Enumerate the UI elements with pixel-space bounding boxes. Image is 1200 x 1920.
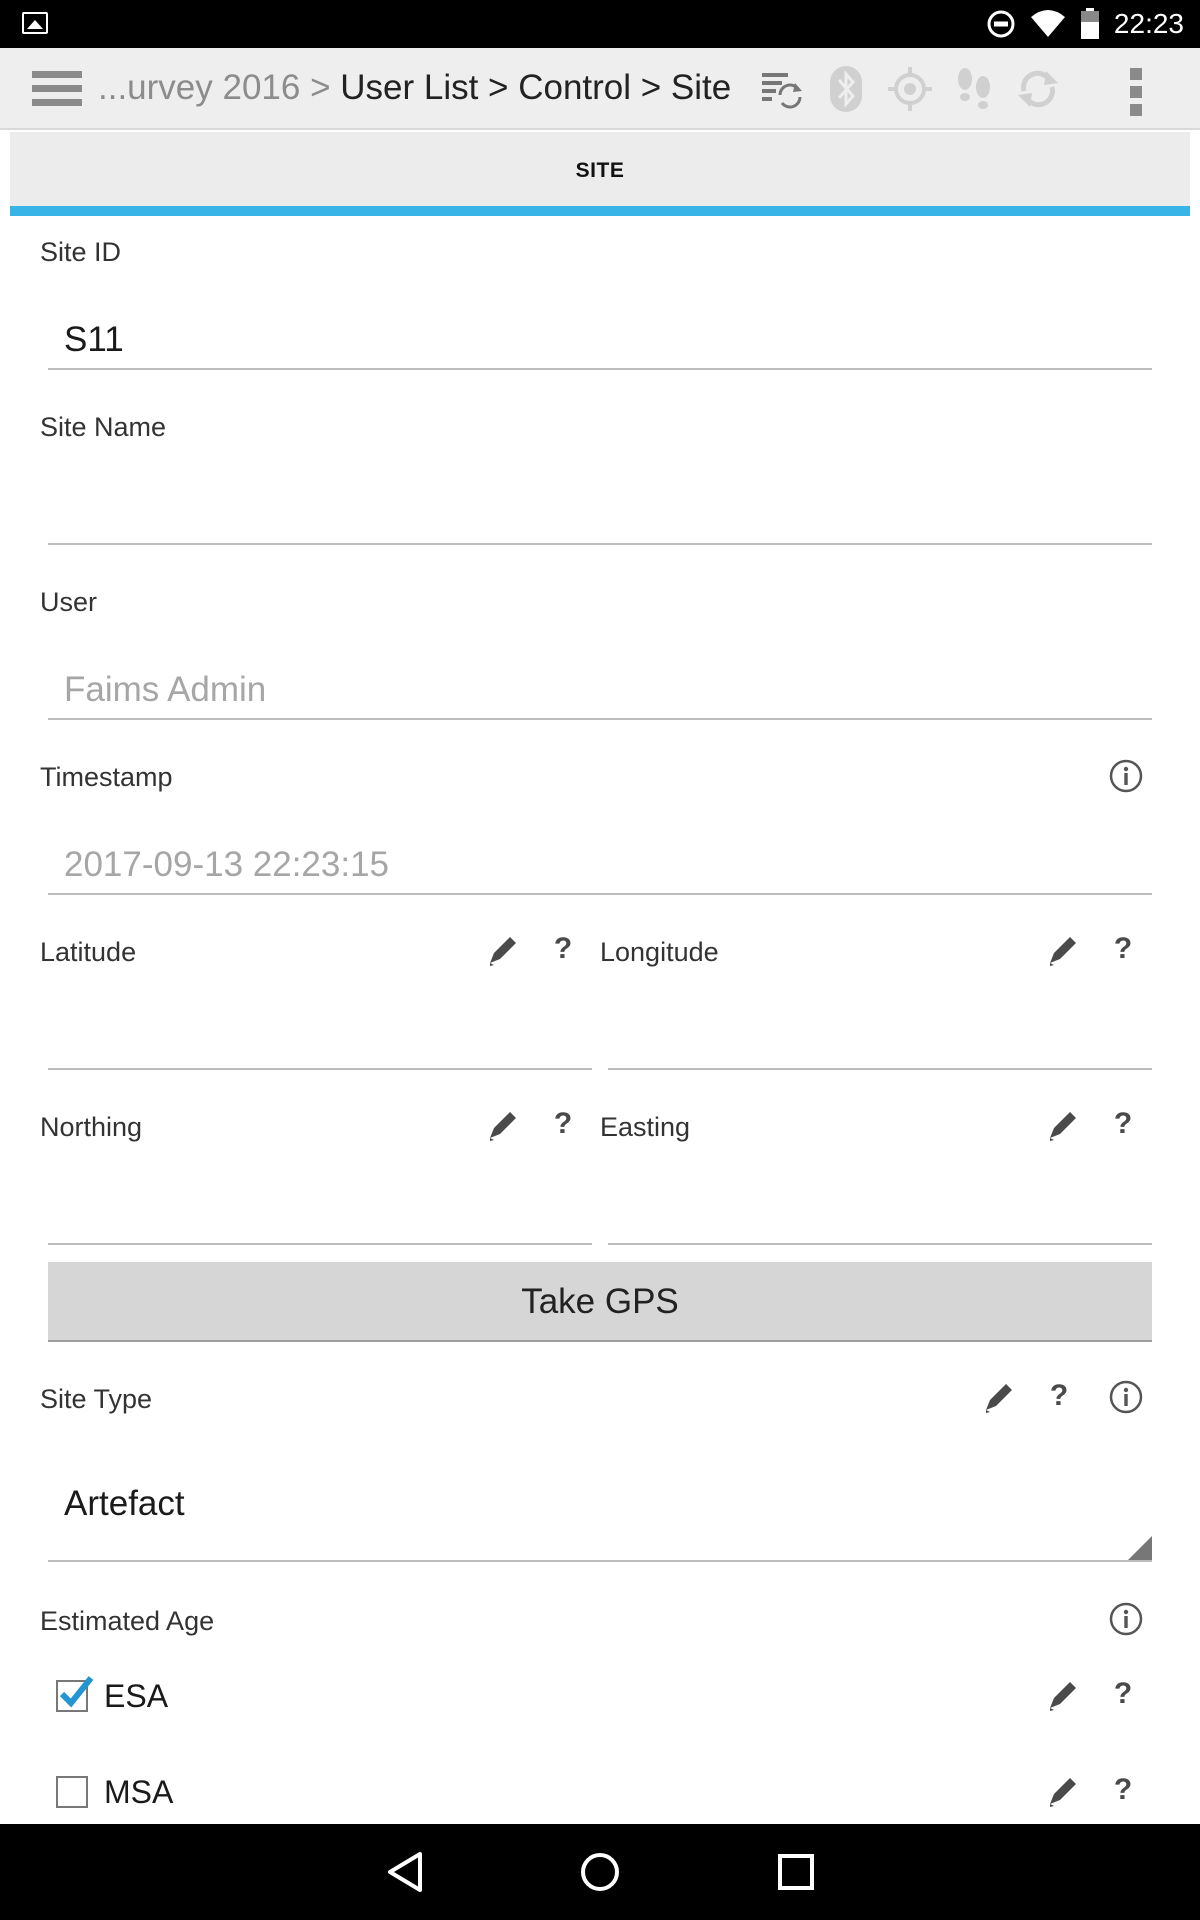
tab-bar: SITE	[10, 132, 1190, 216]
bluetooth-icon[interactable]	[824, 64, 868, 114]
longitude-edit-pencil-icon[interactable]	[1046, 933, 1078, 969]
sync-list-icon[interactable]	[760, 64, 804, 114]
msa-checkbox[interactable]	[56, 1776, 88, 1808]
site-name-label: Site Name	[40, 412, 167, 442]
site-id-label: Site ID	[40, 237, 122, 267]
estimated-age-info-icon[interactable]	[1108, 1601, 1144, 1637]
latitude-edit-pencil-icon[interactable]	[486, 933, 518, 969]
breadcrumb-path[interactable]: User List > Control > Site	[340, 68, 731, 107]
site-type-value: Artefact	[64, 1484, 185, 1523]
latitude-help-icon[interactable]: ?	[548, 932, 578, 966]
tab-indicator	[10, 206, 1190, 216]
home-icon[interactable]	[578, 1848, 622, 1896]
northing-help-icon[interactable]: ?	[548, 1107, 578, 1141]
app-bar: ...urvey 2016 > User List > Control > Si…	[0, 48, 1200, 130]
checkmark-icon	[59, 1676, 94, 1708]
msa-edit-pencil-icon[interactable]	[1046, 1774, 1078, 1810]
menu-icon[interactable]	[32, 71, 82, 109]
take-gps-button[interactable]: Take GPS	[48, 1262, 1152, 1342]
site-type-label: Site Type	[40, 1384, 153, 1414]
timestamp-info-icon[interactable]	[1108, 758, 1144, 794]
tracking-footsteps-icon[interactable]	[952, 64, 996, 114]
gps-target-icon[interactable]	[888, 64, 932, 114]
user-field: Faims Admin	[48, 650, 1152, 720]
esa-edit-pencil-icon[interactable]	[1046, 1678, 1078, 1714]
site-type-info-icon[interactable]	[1108, 1379, 1144, 1415]
do-not-disturb-icon	[987, 10, 1015, 38]
site-type-help-icon[interactable]: ?	[1044, 1379, 1074, 1413]
northing-input[interactable]	[48, 1175, 592, 1245]
sync-icon[interactable]	[1016, 64, 1060, 114]
esa-checkbox[interactable]	[56, 1676, 94, 1712]
timestamp-value: 2017-09-13 22:23:15	[64, 845, 389, 884]
back-icon[interactable]	[384, 1848, 428, 1896]
site-name-input[interactable]	[48, 475, 1152, 545]
user-value: Faims Admin	[64, 670, 267, 709]
breadcrumb-collapsed[interactable]: ...urvey 2016 >	[98, 68, 340, 107]
latitude-label: Latitude	[40, 937, 137, 967]
esa-help-icon[interactable]: ?	[1108, 1677, 1138, 1711]
longitude-help-icon[interactable]: ?	[1108, 932, 1138, 966]
easting-edit-pencil-icon[interactable]	[1046, 1108, 1078, 1144]
site-id-input[interactable]: S11	[48, 300, 1152, 370]
site-type-edit-pencil-icon[interactable]	[982, 1380, 1014, 1416]
msa-help-icon[interactable]: ?	[1108, 1773, 1138, 1807]
timestamp-label: Timestamp	[40, 762, 173, 792]
timestamp-field: 2017-09-13 22:23:15	[48, 825, 1152, 895]
overflow-menu-icon[interactable]	[1130, 68, 1144, 118]
breadcrumb: ...urvey 2016 > User List > Control > Si…	[98, 68, 731, 108]
northing-label: Northing	[40, 1112, 143, 1142]
battery-icon	[1080, 8, 1099, 39]
navigation-bar	[0, 1824, 1200, 1920]
esa-label[interactable]: ESA	[104, 1678, 168, 1715]
msa-label[interactable]: MSA	[104, 1774, 173, 1811]
site-id-value: S11	[64, 320, 124, 359]
easting-help-icon[interactable]: ?	[1108, 1107, 1138, 1141]
longitude-label: Longitude	[600, 937, 719, 967]
wifi-icon	[1030, 10, 1065, 37]
tab-site[interactable]: SITE	[10, 132, 1190, 210]
estimated-age-label: Estimated Age	[40, 1606, 215, 1636]
northing-edit-pencil-icon[interactable]	[486, 1108, 518, 1144]
latitude-input[interactable]	[48, 1000, 592, 1070]
longitude-input[interactable]	[608, 1000, 1152, 1070]
user-label: User	[40, 587, 98, 617]
easting-label: Easting	[600, 1112, 691, 1142]
dropdown-arrow-icon	[1128, 1536, 1152, 1560]
image-notification-icon	[22, 12, 48, 34]
recents-icon[interactable]	[774, 1848, 818, 1896]
clock: 22:23	[1113, 8, 1184, 39]
site-type-select[interactable]: Artefact	[48, 1452, 1152, 1562]
status-bar: 22:23	[0, 0, 1200, 48]
easting-input[interactable]	[608, 1175, 1152, 1245]
